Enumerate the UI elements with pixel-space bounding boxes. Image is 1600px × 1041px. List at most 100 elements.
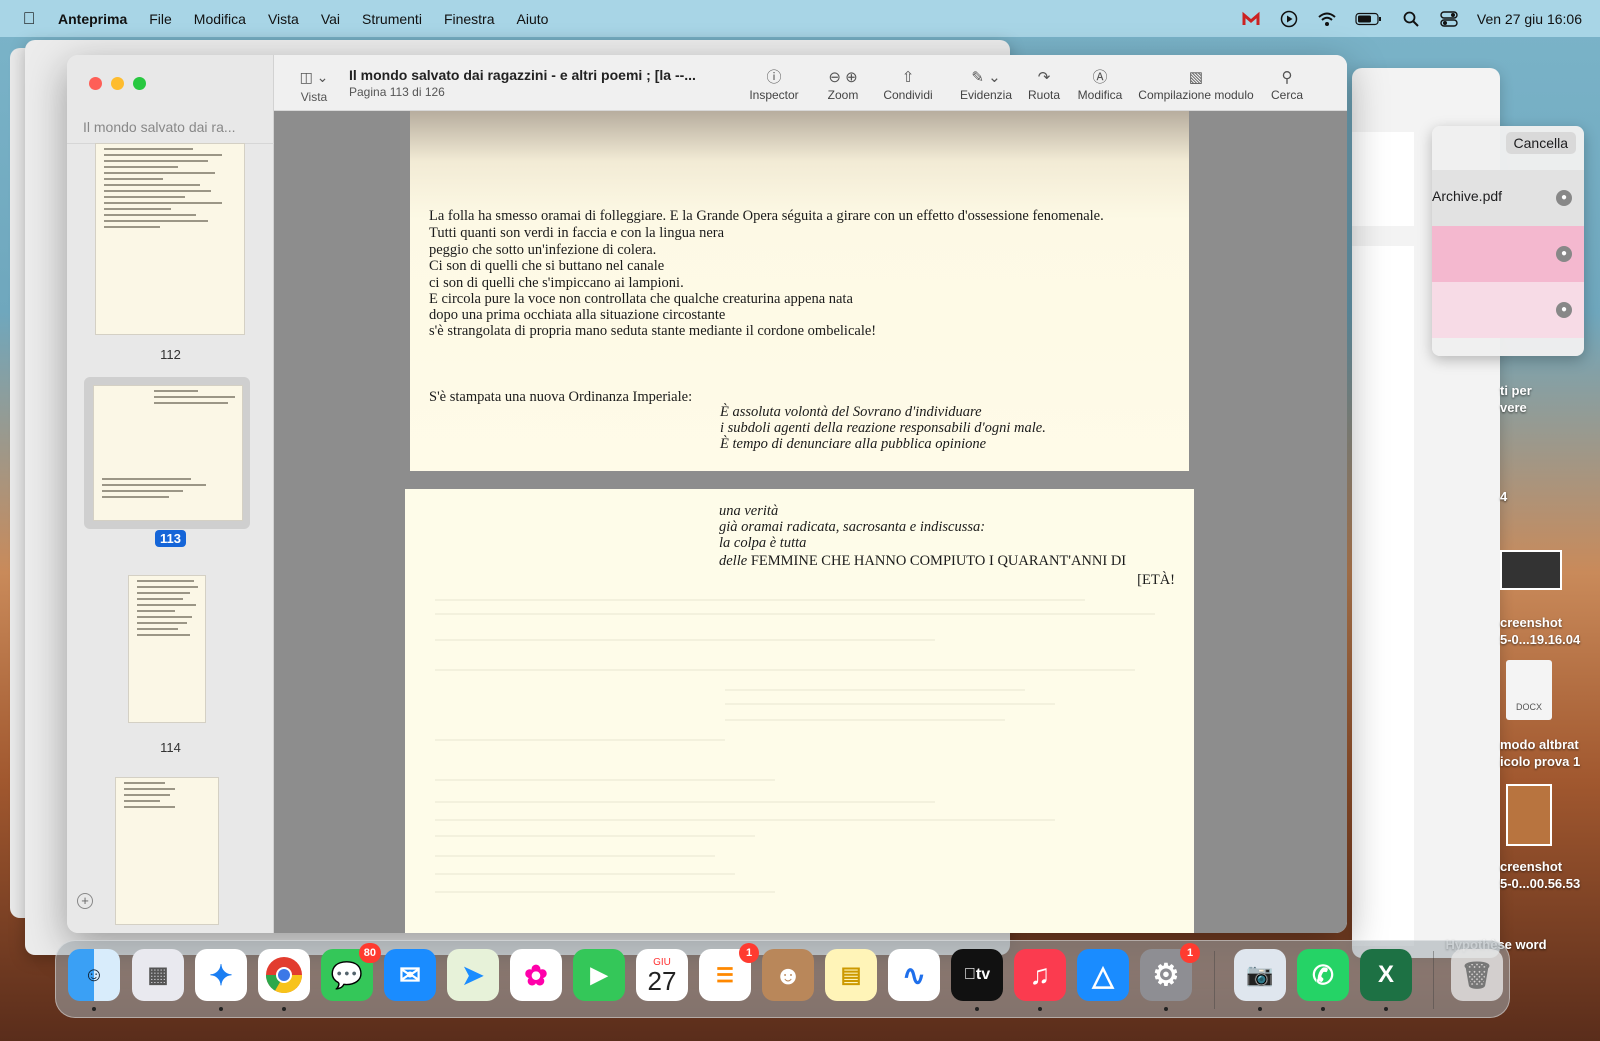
search-result-label: Archive.pdf — [1432, 188, 1503, 204]
page-thumbnail[interactable] — [115, 777, 219, 925]
page-italic-line: una verità — [719, 503, 779, 519]
facetime-icon[interactable]: ▶ — [573, 949, 625, 1001]
highlight-button[interactable]: ✎ ⌄ Evidenzia — [954, 67, 1018, 102]
calendar-icon[interactable]: GIU 27 — [636, 949, 688, 1001]
mail-icon[interactable]: ✉ — [384, 949, 436, 1001]
desktop-item-label[interactable]: modo altbrat icolo prova 1 — [1500, 736, 1600, 770]
running-indicator — [1258, 1007, 1262, 1011]
rotate-button[interactable]: ↷ Ruota — [1022, 67, 1066, 102]
page-thumbnail-selected[interactable] — [93, 385, 243, 521]
page-italic-line: È assoluta volontà del Sovrano d'individ… — [720, 404, 982, 420]
share-button[interactable]: ⇧ Condividi — [874, 67, 942, 102]
notes-icon[interactable]: ▤ — [825, 949, 877, 1001]
page-text-line: Ci son di quelli che si buttano nel cana… — [429, 258, 665, 274]
page-thumbnail[interactable] — [128, 575, 206, 723]
inspector-button[interactable]: ⓘ Inspector — [740, 67, 808, 102]
running-indicator — [1164, 1007, 1168, 1011]
page-text-line: S'è stampata una nuova Ordinanza Imperia… — [429, 389, 693, 405]
screenshot-thumbnail-icon[interactable] — [1500, 550, 1562, 590]
preview-icon[interactable]: 📷 — [1234, 949, 1286, 1001]
chrome-icon[interactable] — [258, 949, 310, 1001]
battery-icon[interactable] — [1355, 9, 1383, 29]
toolbar: ◫ ⌄ Vista Il mondo salvato dai ragazzini… — [274, 55, 1347, 111]
markup-button[interactable]: Ⓐ Modifica — [1071, 67, 1129, 102]
spotlight-search-icon[interactable] — [1401, 9, 1421, 29]
share-icon: ⇧ — [901, 69, 915, 86]
zoom-window-button[interactable] — [133, 77, 146, 90]
search-icon: ⚲ — [1281, 69, 1293, 86]
page-text-line: E circola pure la voce non controllata c… — [429, 291, 853, 307]
messages-icon[interactable]: 💬 80 — [321, 943, 381, 1001]
search-result[interactable]: Archive.pdf ● — [1432, 170, 1584, 226]
page-text-line: Tutti quanti son verdi in faccia e con l… — [429, 225, 725, 241]
sidebar-document-title: Il mondo salvato dai ra... — [83, 119, 236, 135]
music-icon[interactable]: ♫ — [1014, 949, 1066, 1001]
thumbnail-sidebar: Il mondo salvato dai ra... 112 113 114 + — [67, 55, 274, 933]
page-italic-line: la colpa è tutta — [719, 535, 807, 551]
running-indicator — [92, 1007, 96, 1011]
document-title: Il mondo salvato dai ragazzini - e altri… — [349, 67, 696, 83]
photos-icon[interactable]: ✿ — [510, 949, 562, 1001]
desktop-item-label[interactable]: creenshot 5-0...00.56.53 — [1500, 858, 1600, 892]
search-result[interactable]: ● — [1432, 282, 1584, 338]
docx-file-icon[interactable]: DOCX — [1506, 660, 1552, 720]
minimize-window-button[interactable] — [111, 77, 124, 90]
search-button[interactable]: ⚲ Cerca — [1267, 67, 1307, 102]
pdf-page-114-top: una verità già oramai radicata, sacrosan… — [405, 489, 1194, 933]
trash-icon[interactable]: 🗑 — [1451, 949, 1503, 1001]
highlighter-icon: ✎ ⌄ — [971, 69, 1001, 86]
menu-vai[interactable]: Vai — [310, 11, 351, 27]
markup-icon: Ⓐ — [1092, 69, 1108, 86]
menu-aiuto[interactable]: Aiuto — [506, 11, 560, 27]
page-text-line: s'è strangolata di propria mano seduta s… — [429, 323, 877, 339]
page-number-label: 114 — [160, 740, 181, 755]
dock-separator — [1214, 951, 1215, 1009]
document-view[interactable]: La folla ha smesso oramai di folleggiare… — [274, 111, 1347, 933]
zoom-button[interactable]: ⊖ ⊕ Zoom — [812, 67, 874, 102]
media-play-icon[interactable] — [1279, 9, 1299, 29]
desktop-item-label[interactable]: ti per vere — [1500, 382, 1570, 416]
freeform-icon[interactable]: ∿ — [888, 949, 940, 1001]
status-app-icon[interactable] — [1241, 9, 1261, 29]
page-text-line: ci son di quelli che s'impiccano ai lamp… — [429, 275, 684, 291]
running-indicator — [282, 1007, 286, 1011]
sidebar-toggle-icon: ◫ ⌄ — [299, 69, 329, 85]
info-icon: ⓘ — [766, 69, 782, 86]
wifi-icon[interactable] — [1317, 9, 1337, 29]
close-window-button[interactable] — [89, 77, 102, 90]
maps-icon[interactable]: ➤ — [447, 949, 499, 1001]
dock: ☺ ▦ ✦ 💬80 ✉ ➤ ✿ ▶ GIU27 ☰1 ☻ ▤ ∿ tv ♫ △… — [55, 940, 1510, 1018]
safari-icon[interactable]: ✦ — [195, 949, 247, 1001]
menu-finestra[interactable]: Finestra — [433, 11, 506, 27]
apple-menu-icon[interactable]:  — [0, 9, 58, 29]
running-indicator — [1321, 1007, 1325, 1011]
apple-tv-icon[interactable]: tv — [951, 949, 1003, 1001]
add-page-icon[interactable]: + — [77, 893, 93, 909]
app-store-icon[interactable]: △ — [1077, 949, 1129, 1001]
screenshot-thumbnail-icon[interactable] — [1506, 784, 1552, 846]
page-italic-line: i subdoli agenti della reazione responsa… — [720, 420, 1046, 436]
form-filling-button[interactable]: ▧ Compilazione modulo — [1135, 67, 1257, 102]
launchpad-icon[interactable]: ▦ — [132, 949, 184, 1001]
reminders-icon[interactable]: ☰ 1 — [699, 943, 759, 1001]
desktop-item-label[interactable]: 4 — [1500, 488, 1520, 505]
excel-icon[interactable]: X — [1360, 949, 1412, 1001]
menu-modifica[interactable]: Modifica — [183, 11, 257, 27]
page-thumbnail[interactable] — [95, 143, 245, 335]
menu-strumenti[interactable]: Strumenti — [351, 11, 433, 27]
finder-icon[interactable]: ☺ — [68, 949, 120, 1001]
view-button[interactable]: ◫ ⌄ Vista — [292, 69, 336, 104]
control-center-icon[interactable] — [1439, 9, 1459, 29]
preview-window: Il mondo salvato dai ra... 112 113 114 +… — [67, 55, 1347, 933]
contacts-icon[interactable]: ☻ — [762, 949, 814, 1001]
system-settings-icon[interactable]: ⚙ 1 — [1140, 943, 1200, 1001]
desktop-item-label[interactable]: creenshot 5-0...19.16.04 — [1500, 614, 1600, 648]
menu-vista[interactable]: Vista — [257, 11, 310, 27]
search-result[interactable]: ● — [1432, 226, 1584, 282]
menubar-clock[interactable]: Ven 27 giu 16:06 — [1477, 11, 1582, 27]
cancel-button[interactable]: Cancella — [1505, 132, 1576, 154]
page-italic-line: È tempo di denunciare alla pubblica opin… — [720, 436, 987, 452]
whatsapp-icon[interactable]: ✆ — [1297, 949, 1349, 1001]
menu-app-name[interactable]: Anteprima — [58, 11, 138, 27]
menu-file[interactable]: File — [138, 11, 183, 27]
